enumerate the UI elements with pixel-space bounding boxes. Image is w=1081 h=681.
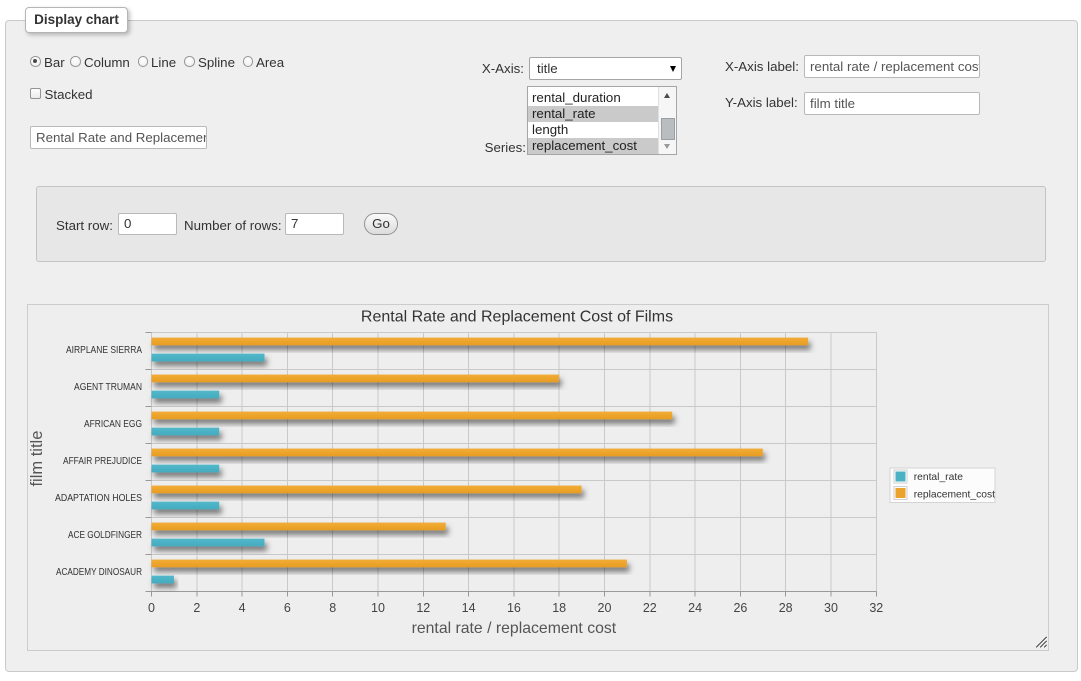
svg-text:14: 14 bbox=[462, 601, 476, 615]
svg-text:12: 12 bbox=[416, 601, 430, 615]
svg-text:film title: film title bbox=[28, 431, 46, 487]
svg-text:ADAPTATION HOLES: ADAPTATION HOLES bbox=[55, 493, 142, 504]
svg-text:AFFAIR PREJUDICE: AFFAIR PREJUDICE bbox=[63, 456, 142, 467]
svg-text:AGENT TRUMAN: AGENT TRUMAN bbox=[74, 382, 142, 393]
svg-text:ACADEMY DINOSAUR: ACADEMY DINOSAUR bbox=[56, 567, 142, 578]
svg-text:28: 28 bbox=[779, 601, 793, 615]
svg-text:6: 6 bbox=[284, 601, 291, 615]
svg-text:10: 10 bbox=[371, 601, 385, 615]
svg-text:rental_rate: rental_rate bbox=[914, 472, 964, 483]
svg-text:4: 4 bbox=[239, 601, 246, 615]
svg-text:0: 0 bbox=[148, 601, 155, 615]
svg-text:26: 26 bbox=[733, 601, 747, 615]
svg-text:22: 22 bbox=[643, 601, 657, 615]
svg-text:30: 30 bbox=[824, 601, 838, 615]
svg-text:18: 18 bbox=[552, 601, 566, 615]
svg-text:16: 16 bbox=[507, 601, 521, 615]
svg-text:Rental Rate and Replacement Co: Rental Rate and Replacement Cost of Film… bbox=[361, 309, 673, 326]
svg-text:rental rate / replacement cost: rental rate / replacement cost bbox=[412, 620, 617, 637]
svg-text:ACE GOLDFINGER: ACE GOLDFINGER bbox=[68, 530, 142, 541]
svg-text:replacement_cost: replacement_cost bbox=[914, 489, 995, 500]
svg-text:AFRICAN EGG: AFRICAN EGG bbox=[84, 419, 142, 430]
svg-text:2: 2 bbox=[193, 601, 200, 615]
svg-text:AIRPLANE SIERRA: AIRPLANE SIERRA bbox=[66, 345, 142, 356]
svg-text:24: 24 bbox=[688, 601, 702, 615]
svg-text:32: 32 bbox=[869, 601, 883, 615]
svg-text:8: 8 bbox=[329, 601, 336, 615]
svg-text:20: 20 bbox=[598, 601, 612, 615]
